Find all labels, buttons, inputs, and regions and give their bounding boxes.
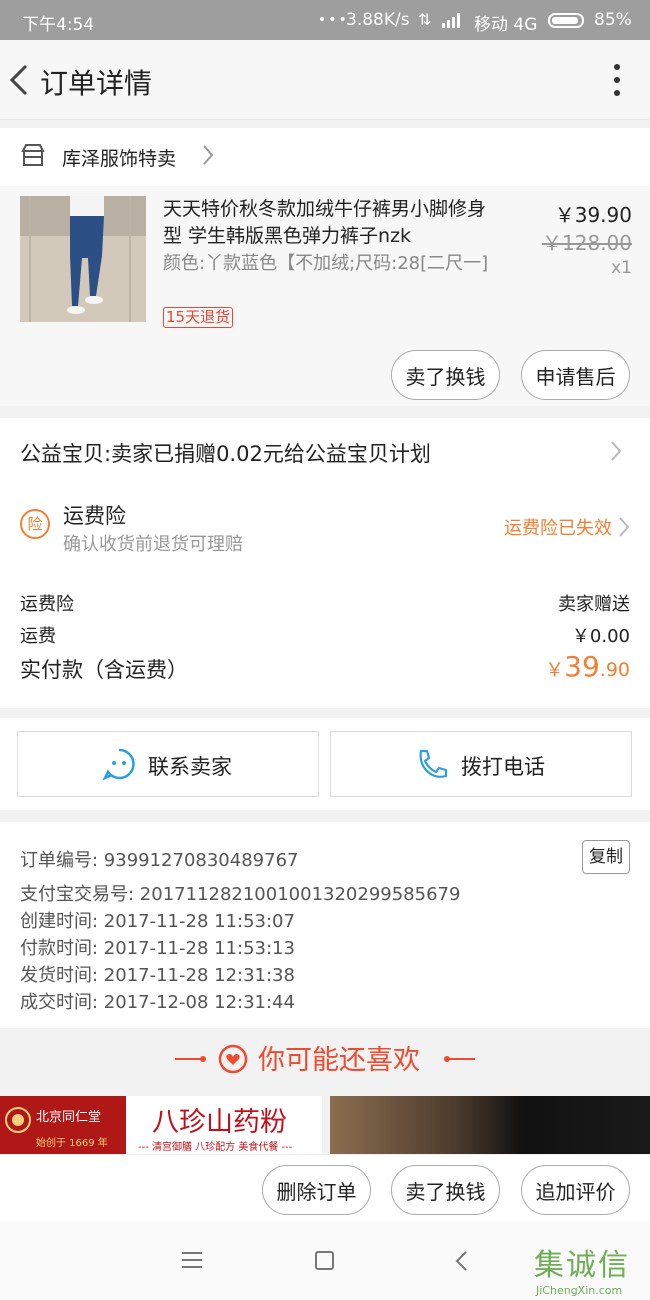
fee-summary: 运费险 卖家赠送 运费 ￥0.00 实付款（含运费） ￥39.90 [0, 572, 650, 708]
insurance-status: 运费险已失效 [504, 518, 612, 539]
nav-bar: 订单详情 [0, 40, 650, 120]
contact-seller-button[interactable]: 联系卖家 [17, 731, 319, 797]
menu-icon[interactable] [182, 1252, 202, 1273]
status-time: 下午4:54 [22, 15, 95, 35]
shipping-insurance-row[interactable]: 险 运费险 确认收货前退货可理赔 运费险已失效 [0, 484, 650, 572]
alipay-number: 支付宝交易号: 2017112821001001320299585679 [20, 884, 461, 905]
sell-for-cash-button[interactable]: 卖了换钱 [391, 1165, 500, 1215]
data-arrows-icon: ⇅ [418, 10, 432, 29]
charity-text: 公益宝贝:卖家已捐赠0.02元给公益宝贝计划 [20, 442, 431, 466]
signal-icon [442, 12, 464, 33]
ad-banner-tongrentang[interactable]: 北京同仁堂 始创于 1669 年 八珍山药粉 --- 清宫御膳 八珍配方 美食代… [0, 1096, 322, 1154]
order-info: 订单编号: 93991270830489767 复制 支付宝交易号: 20171… [0, 822, 650, 1028]
status-bar: 下午4:54 ••• 3.88K/s ⇅ 移动 4G 85% [0, 0, 650, 40]
screen: 下午4:54 ••• 3.88K/s ⇅ 移动 4G 85% 订单详情 库泽服饰… [0, 0, 650, 1300]
product-quantity: x1 [611, 258, 632, 278]
more-dots-icon: ••• [318, 12, 349, 28]
fee-label: 运费 [20, 626, 56, 647]
phone-icon [419, 749, 448, 778]
fee-label: 运费险 [20, 594, 74, 615]
watermark-url: JiChengXin.com [536, 1284, 623, 1297]
sell-for-cash-button[interactable]: 卖了换钱 [391, 350, 500, 400]
apply-after-sales-button[interactable]: 申请售后 [521, 350, 630, 400]
order-number: 订单编号: 93991270830489767 [20, 850, 299, 871]
home-icon[interactable] [315, 1251, 334, 1270]
page-title: 订单详情 [40, 67, 153, 100]
ad-tagline: --- 清宫御膳 八珍配方 美食代餐 --- [138, 1142, 293, 1153]
system-nav-bar: 集诚信 JiChengXin.com [0, 1222, 650, 1300]
battery-icon [548, 13, 588, 33]
chevron-right-icon [610, 440, 622, 466]
fee-value: 卖家赠送 [558, 594, 630, 615]
fee-value: ￥0.00 [571, 626, 630, 647]
chevron-right-icon [202, 144, 214, 166]
watermark-mark: 集诚信 [534, 1248, 630, 1283]
copy-button[interactable]: 复制 [582, 840, 630, 874]
product-image[interactable] [20, 196, 146, 322]
more-vertical-icon[interactable] [614, 64, 620, 96]
recommended-product-image[interactable] [330, 1096, 650, 1154]
back-icon[interactable] [454, 1250, 468, 1276]
brand-logo: 北京同仁堂 始创于 1669 年 [0, 1096, 126, 1154]
shipped-time: 发货时间: 2017-11-28 12:31:38 [20, 965, 295, 986]
charity-row[interactable]: 公益宝贝:卖家已捐赠0.02元给公益宝贝计划 [0, 418, 650, 484]
total-amount: ￥39.90 [545, 650, 630, 683]
insurance-icon: 险 [20, 509, 50, 539]
status-speed: 3.88K/s [346, 10, 410, 30]
total-label: 实付款（含运费） [20, 658, 188, 682]
product-price: ￥39.90 [554, 203, 632, 227]
ad-product: 八珍山药粉 [152, 1107, 287, 1138]
add-review-button[interactable]: 追加评价 [521, 1165, 630, 1215]
battery-level: 85% [594, 10, 632, 30]
chevron-right-icon [618, 516, 630, 542]
watermark: 集诚信 JiChengXin.com [534, 1240, 650, 1300]
product-card[interactable]: 天天特价秋冬款加绒牛仔裤男小脚修身型 学生韩版黑色弹力裤子nzk 颜色:丫款蓝色… [0, 186, 650, 406]
shop-name: 库泽服饰特卖 [62, 148, 177, 170]
product-original-price: ￥128.00 [542, 231, 632, 255]
insurance-title: 运费险 [63, 504, 126, 528]
return-badge: 15天退货 [163, 307, 234, 328]
bottom-actions: 删除订单 卖了换钱 追加评价 [0, 1154, 650, 1222]
recommend-header: 你可能还喜欢 [0, 1030, 650, 1088]
created-time: 创建时间: 2017-11-28 11:53:07 [20, 911, 295, 932]
brand-seal-icon [5, 1107, 31, 1133]
product-title[interactable]: 天天特价秋冬款加绒牛仔裤男小脚修身型 学生韩版黑色弹力裤子nzk [163, 196, 493, 250]
chat-bubble-icon [102, 748, 135, 781]
shop-icon [20, 142, 46, 168]
completed-time: 成交时间: 2017-12-08 12:31:44 [20, 992, 295, 1013]
delete-order-button[interactable]: 删除订单 [262, 1165, 371, 1215]
status-carrier: 移动 4G [474, 15, 538, 35]
product-spec: 颜色:丫款蓝色【不加绒;尺码:28[二尺一] [163, 253, 489, 274]
call-phone-button[interactable]: 拨打电话 [330, 731, 632, 797]
paid-time: 付款时间: 2017-11-28 11:53:13 [20, 938, 295, 959]
shop-row[interactable]: 库泽服饰特卖 [0, 128, 650, 186]
recommend-title: 你可能还喜欢 [258, 1045, 420, 1076]
contact-seller-label: 联系卖家 [148, 755, 232, 779]
call-phone-label: 拨打电话 [461, 755, 545, 779]
brand-name: 北京同仁堂 [36, 1110, 102, 1125]
back-arrow-icon[interactable] [6, 62, 32, 98]
contact-section: 联系卖家 拨打电话 [0, 718, 650, 810]
brand-since: 始创于 1669 年 [36, 1138, 108, 1149]
insurance-subtitle: 确认收货前退货可理赔 [63, 534, 243, 555]
